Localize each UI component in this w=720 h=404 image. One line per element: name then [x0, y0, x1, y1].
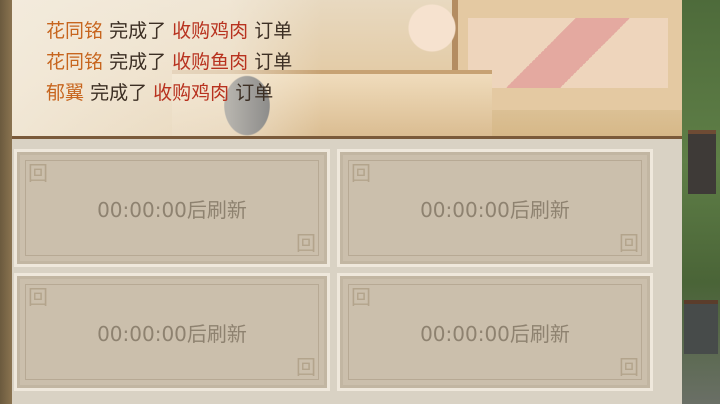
log-verb: 完成了 — [90, 82, 148, 104]
order-slot[interactable]: 回 回 00:00:00后刷新 — [14, 273, 330, 391]
log-suffix: 订单 — [254, 20, 293, 42]
shop-scene-banner: 花同铭 完成了 收购鸡肉 订单 花同铭 完成了 收购鱼肉 订单 郁翼 完成了 收… — [12, 0, 682, 139]
order-type: 收购鱼肉 — [172, 51, 249, 73]
order-slot[interactable]: 回 回 00:00:00后刷新 — [337, 273, 653, 391]
refresh-timer: 00:00:00后刷新 — [97, 321, 247, 346]
building-roof — [684, 300, 718, 354]
order-log-entry: 郁翼 完成了 收购鸡肉 订单 — [46, 78, 292, 109]
order-type: 收购鸡肉 — [153, 82, 230, 104]
refresh-timer: 00:00:00后刷新 — [420, 321, 570, 346]
order-slot[interactable]: 回 回 00:00:00后刷新 — [337, 149, 653, 267]
player-name: 花同铭 — [46, 51, 104, 73]
order-log-entry: 花同铭 完成了 收购鱼肉 订单 — [46, 47, 292, 78]
log-suffix: 订单 — [235, 82, 274, 104]
background-town — [682, 0, 720, 404]
refresh-timer: 00:00:00后刷新 — [97, 197, 247, 222]
building-roof — [688, 130, 716, 194]
player-name: 郁翼 — [46, 82, 85, 104]
shopkeeper-character — [397, 0, 467, 70]
order-log: 花同铭 完成了 收购鸡肉 订单 花同铭 完成了 收购鱼肉 订单 郁翼 完成了 收… — [46, 16, 292, 109]
order-type: 收购鸡肉 — [172, 20, 249, 42]
player-name: 花同铭 — [46, 20, 104, 42]
shelf-pattern — [468, 18, 668, 88]
left-frame — [0, 0, 12, 404]
log-verb: 完成了 — [109, 51, 167, 73]
order-log-entry: 花同铭 完成了 收购鸡肉 订单 — [46, 16, 292, 47]
refresh-timer: 00:00:00后刷新 — [420, 197, 570, 222]
log-suffix: 订单 — [254, 51, 293, 73]
log-verb: 完成了 — [109, 20, 167, 42]
order-slot[interactable]: 回 回 00:00:00后刷新 — [14, 149, 330, 267]
